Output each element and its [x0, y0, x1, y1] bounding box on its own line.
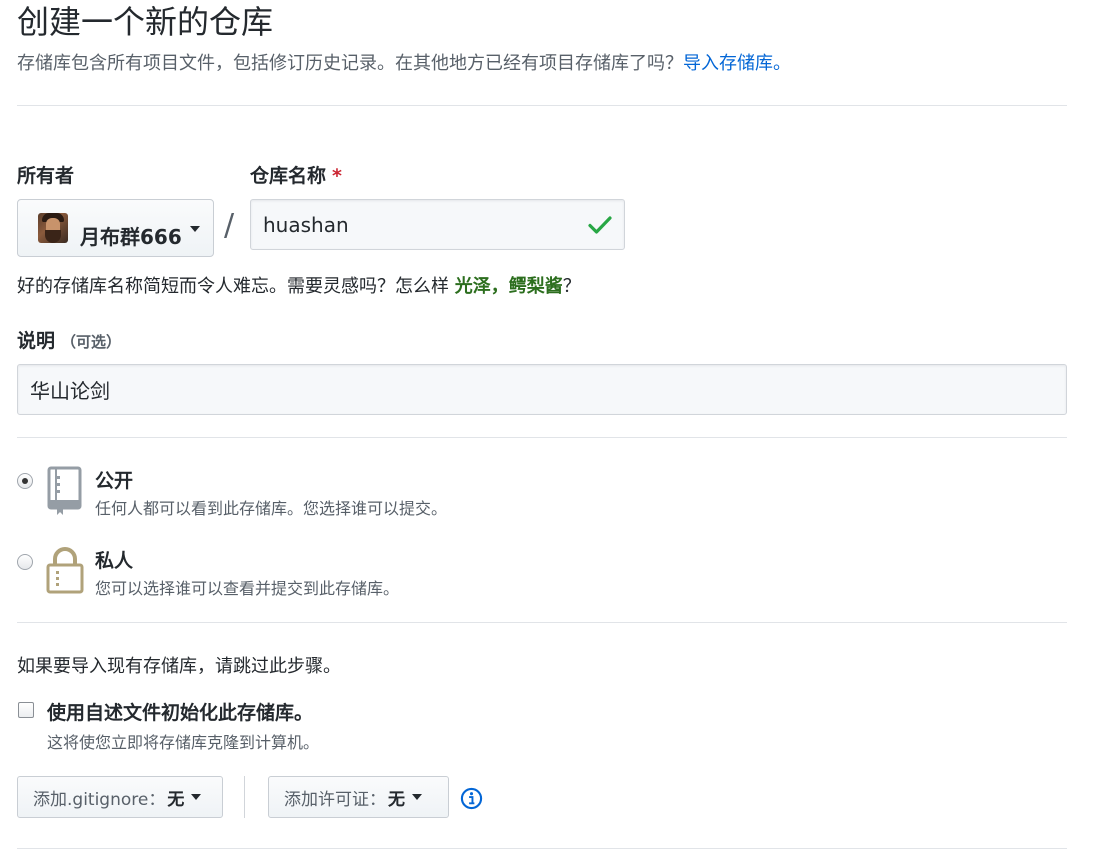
owner-repo-separator: /	[224, 208, 235, 243]
repo-name-label: 仓库名称 *	[250, 164, 342, 188]
create-repo-page: 创建一个新的仓库 存储库包含所有项目文件，包括修订历史记录。在其他地方已经有项目…	[0, 0, 1094, 855]
readme-checkbox[interactable]	[18, 702, 34, 718]
info-icon[interactable]	[460, 787, 483, 810]
skip-note: 如果要导入现有存储库，请跳过此步骤。	[17, 656, 341, 677]
repo-name-label-text: 仓库名称	[250, 165, 327, 187]
vertical-divider	[244, 776, 245, 818]
page-subtitle: 存储库包含所有项目文件，包括修订历史记录。在其他地方已经有项目存储库了吗？导入存…	[17, 52, 791, 76]
divider	[17, 848, 1067, 849]
required-mark: *	[332, 165, 342, 187]
repo-book-icon	[47, 466, 82, 515]
description-input[interactable]	[17, 364, 1067, 415]
gitignore-label: 添加.gitignore：	[33, 789, 166, 810]
divider	[17, 622, 1067, 623]
divider	[17, 437, 1067, 438]
avatar	[38, 213, 68, 243]
caret-down-icon	[189, 226, 200, 232]
private-title: 私人	[95, 550, 134, 572]
owner-select-button[interactable]: 月布群666	[17, 199, 214, 257]
license-select-button[interactable]: 添加许可证：无	[268, 776, 449, 818]
import-repo-link[interactable]: 导入存储库。	[683, 53, 791, 74]
readme-desc: 这将使您立即将存储库克隆到计算机。	[47, 733, 320, 752]
owner-label: 所有者	[17, 165, 75, 187]
public-radio[interactable]	[17, 473, 33, 489]
private-radio[interactable]	[17, 554, 33, 570]
owner-name: 月布群666	[80, 224, 182, 249]
hint-prefix: 好的存储库名称简短而令人难忘。需要灵感吗？怎么样	[17, 276, 455, 297]
gitignore-select-button[interactable]: 添加.gitignore：无	[17, 776, 223, 818]
license-label: 添加许可证：	[284, 789, 386, 810]
name-suggestion[interactable]: 光泽，鳄梨酱	[455, 276, 563, 297]
caret-down-icon	[412, 794, 422, 800]
description-label-text: 说明	[17, 330, 56, 352]
page-title: 创建一个新的仓库	[17, 3, 274, 41]
description-label: 说明 （可选）	[17, 329, 121, 354]
gitignore-value: 无	[167, 789, 185, 810]
repo-name-hint: 好的存储库名称简短而令人难忘。需要灵感吗？怎么样 光泽，鳄梨酱？	[17, 274, 581, 300]
caret-down-icon	[191, 794, 202, 800]
license-value: 无	[388, 789, 405, 810]
repo-name-input[interactable]	[250, 199, 625, 250]
public-desc: 任何人都可以看到此存储库。您选择谁可以提交。	[95, 499, 448, 518]
hint-suffix: ？	[562, 276, 581, 297]
readme-title[interactable]: 使用自述文件初始化此存储库。	[47, 698, 313, 725]
check-icon	[588, 216, 612, 234]
public-title: 公开	[95, 470, 134, 492]
lock-icon	[46, 547, 84, 594]
subtitle-text: 存储库包含所有项目文件，包括修订历史记录。在其他地方已经有项目存储库了吗？	[17, 53, 683, 74]
divider	[17, 105, 1067, 106]
optional-tag: （可选）	[61, 333, 122, 351]
private-desc: 您可以选择谁可以查看并提交到此存储库。	[95, 579, 400, 598]
